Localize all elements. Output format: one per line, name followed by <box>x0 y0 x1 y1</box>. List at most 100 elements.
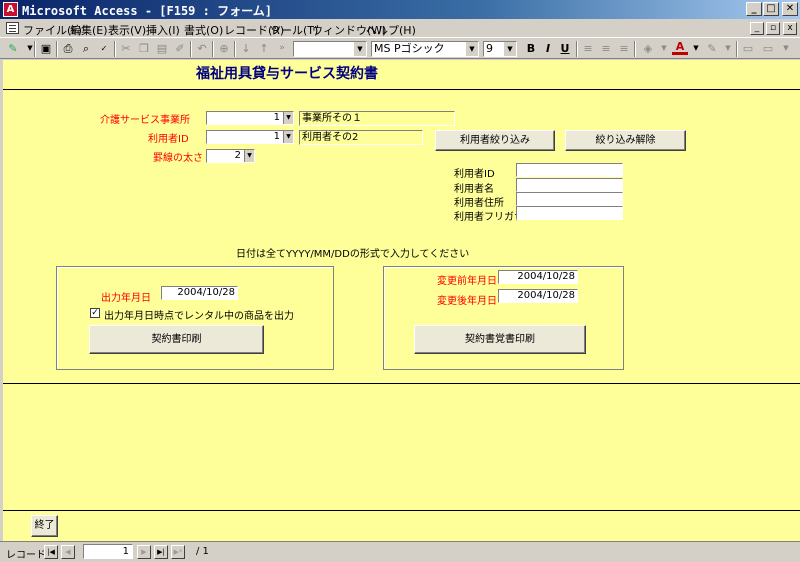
menu-insert[interactable]: 挿入(I) <box>146 22 180 38</box>
user-id-combo[interactable]: 1 ▼ <box>206 130 294 144</box>
menu-bar: ファイル(F) 編集(E) 表示(V) 挿入(I) 書式(O) レコード(R) … <box>0 19 800 37</box>
office-label: 介護サービス事業所 <box>100 115 190 126</box>
spelling-icon[interactable]: ✓ <box>96 41 112 56</box>
format-painter-icon[interactable]: ✐ <box>172 41 188 56</box>
insert-hyperlink-icon[interactable]: ⊕ <box>216 41 232 56</box>
align-left-icon[interactable]: ≡ <box>580 41 596 56</box>
mdi-minimize-button[interactable]: _ <box>750 22 764 35</box>
contract-print-button[interactable]: 契約書印刷 <box>89 325 264 354</box>
bold-button[interactable]: B <box>523 41 539 56</box>
filter-user-kana-field[interactable] <box>516 206 623 220</box>
record-count: / 1 <box>196 546 209 557</box>
cut-icon[interactable]: ✂ <box>118 41 134 56</box>
special-effect-dropdown-icon[interactable]: ▼ <box>778 41 794 56</box>
save-icon[interactable]: ▣ <box>38 41 54 56</box>
after-change-date-field[interactable]: 2004/10/28 <box>498 289 578 303</box>
copy-icon[interactable]: ❐ <box>136 41 152 56</box>
undo-icon[interactable]: ↶ <box>194 41 210 56</box>
exit-button[interactable]: 終了 <box>31 515 58 537</box>
chevron-down-icon[interactable]: ▼ <box>283 112 293 124</box>
current-record-field[interactable]: 1 <box>83 544 133 559</box>
line-width-label: 罫線の太さ <box>153 153 203 164</box>
close-button[interactable]: ✕ <box>782 2 798 16</box>
font-size-value: 9 <box>486 42 493 55</box>
chevron-down-icon[interactable]: ▼ <box>244 150 254 162</box>
toolbar-separator <box>114 41 116 57</box>
chevron-down-icon[interactable]: ▼ <box>466 42 478 56</box>
title-bar: A Microsoft Access - [F159 : フォーム] _ □ ✕ <box>0 0 800 19</box>
toolbar-options-icon[interactable]: » <box>274 41 290 56</box>
paste-icon[interactable]: ▤ <box>154 41 170 56</box>
menu-view[interactable]: 表示(V) <box>108 22 146 38</box>
underline-button[interactable]: U <box>557 41 573 56</box>
filter-user-address-field[interactable] <box>516 192 623 206</box>
clear-filter-button[interactable]: 絞り込み解除 <box>565 130 686 151</box>
formatting-toolbar: ✎ ▼ ▣ ⎙ ⌕ ✓ ✂ ❐ ▤ ✐ ↶ ⊕ ↓ ↑ » ▼ MS Pゴシック… <box>0 37 800 59</box>
office-combo-value: 1 <box>273 112 280 123</box>
filter-user-name-field[interactable] <box>516 178 623 192</box>
previous-record-icon[interactable]: ◀ <box>61 545 75 559</box>
output-date-field[interactable]: 2004/10/28 <box>161 286 238 300</box>
special-effect-icon[interactable]: ▭ <box>760 41 776 56</box>
next-record-icon[interactable]: ▶ <box>137 545 151 559</box>
fill-color-dropdown-icon[interactable]: ▼ <box>656 41 672 56</box>
font-color-icon[interactable]: A <box>672 41 688 55</box>
record-navigation-bar: レコード: |◀ ◀ 1 ▶ ▶| ▶* / 1 <box>0 541 800 562</box>
header-divider <box>3 89 800 90</box>
user-id-combo-value: 1 <box>273 131 280 142</box>
font-name-combo[interactable]: MS Pゴシック ▼ <box>371 41 479 57</box>
align-center-icon[interactable]: ≡ <box>598 41 614 56</box>
new-record-icon[interactable]: ▶* <box>171 545 185 559</box>
mdi-close-button[interactable]: x <box>783 22 797 35</box>
toolbar-separator <box>736 41 738 57</box>
filter-user-id-field[interactable] <box>516 163 623 177</box>
menu-edit[interactable]: 編集(E) <box>70 22 108 38</box>
menu-help[interactable]: ヘルプ(H) <box>366 22 416 38</box>
chevron-down-icon[interactable]: ▼ <box>354 42 366 56</box>
mdi-restore-button[interactable]: ▫ <box>766 22 780 35</box>
record-nav-label: レコード: <box>6 550 50 561</box>
minimize-button[interactable]: _ <box>746 2 762 16</box>
user-name-field[interactable]: 利用者その2 <box>299 130 423 145</box>
maximize-button[interactable]: □ <box>763 2 779 16</box>
line-width-combo[interactable]: 2 ▼ <box>206 149 255 163</box>
print-preview-icon[interactable]: ⌕ <box>78 41 94 56</box>
output-date-label: 出力年月日 <box>101 293 151 304</box>
toolbar-separator <box>34 41 36 57</box>
toolbar-separator <box>576 41 578 57</box>
print-icon[interactable]: ⎙ <box>60 41 76 56</box>
border-icon[interactable]: ▭ <box>740 41 756 56</box>
font-color-dropdown-icon[interactable]: ▼ <box>688 41 704 56</box>
line-color-dropdown-icon[interactable]: ▼ <box>720 41 736 56</box>
rental-checkbox-label: 出力年月日時点でレンタル中の商品を出力 <box>104 311 294 322</box>
first-record-icon[interactable]: |◀ <box>44 545 58 559</box>
fill-color-icon[interactable]: ◈ <box>640 41 656 56</box>
font-size-combo[interactable]: 9 ▼ <box>483 41 517 57</box>
object-selector-combo[interactable]: ▼ <box>293 41 367 57</box>
form-title: 福祉用具貸与サービス契約書 <box>196 66 378 82</box>
toolbar-separator <box>212 41 214 57</box>
after-change-date-label: 変更後年月日 <box>437 296 497 307</box>
chevron-down-icon[interactable]: ▼ <box>504 42 516 56</box>
access-app-icon[interactable]: A <box>3 2 18 17</box>
memo-print-button[interactable]: 契約書覚書印刷 <box>414 325 586 354</box>
last-record-icon[interactable]: ▶| <box>154 545 168 559</box>
filter-users-button[interactable]: 利用者絞り込み <box>435 130 555 151</box>
font-name-value: MS Pゴシック <box>374 42 445 55</box>
view-icon[interactable]: ✎ <box>5 41 21 56</box>
before-change-date-field[interactable]: 2004/10/28 <box>498 270 578 284</box>
menu-format[interactable]: 書式(O) <box>184 22 223 38</box>
align-right-icon[interactable]: ≡ <box>616 41 632 56</box>
sort-descending-icon[interactable]: ↑ <box>256 41 272 56</box>
detail-divider <box>3 383 800 384</box>
form-window-icon[interactable] <box>6 22 19 34</box>
line-color-icon[interactable]: ✎ <box>704 41 720 56</box>
chevron-down-icon[interactable]: ▼ <box>283 131 293 143</box>
italic-button[interactable]: I <box>540 41 556 56</box>
sort-ascending-icon[interactable]: ↓ <box>238 41 254 56</box>
toolbar-separator <box>634 41 636 57</box>
rental-checkbox[interactable]: ✓ <box>90 308 100 318</box>
filter-user-address-label: 利用者住所 <box>454 198 504 209</box>
office-combo[interactable]: 1 ▼ <box>206 111 294 125</box>
office-name-field[interactable]: 事業所その１ <box>299 111 455 126</box>
